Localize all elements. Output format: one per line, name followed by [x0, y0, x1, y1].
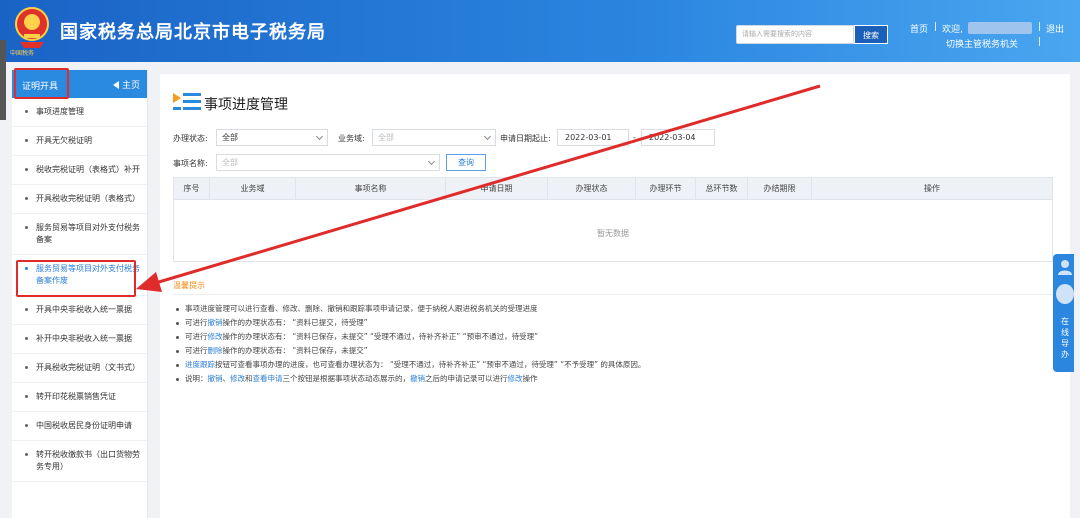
user-icon [1058, 260, 1072, 275]
page-scrollbar[interactable] [1074, 62, 1080, 518]
annotation-arrow [136, 84, 821, 292]
online-guide-label: 在线导办 [1061, 317, 1069, 359]
assistant-avatar-icon [1056, 284, 1074, 304]
